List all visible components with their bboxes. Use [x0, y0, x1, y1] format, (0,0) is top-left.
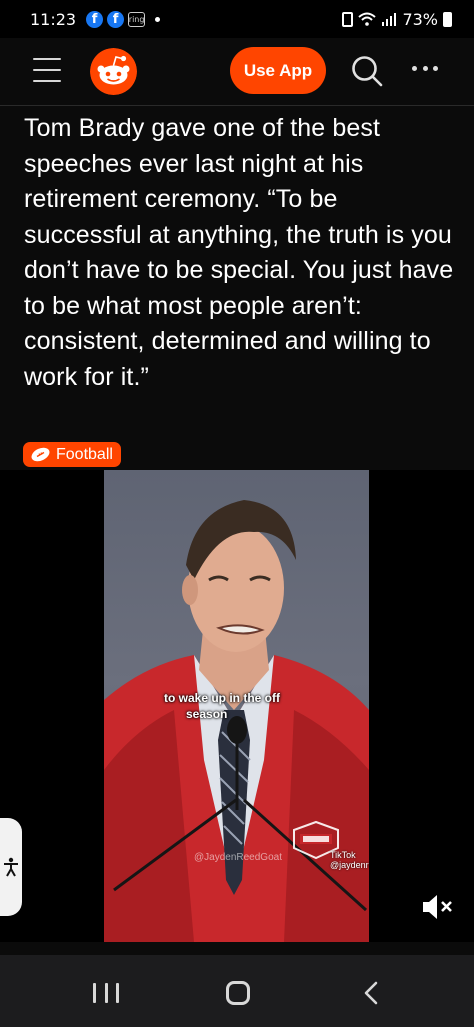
battery-icon	[443, 11, 452, 27]
clock: 11:23	[30, 9, 77, 29]
reddit-snoo-icon[interactable]	[90, 48, 137, 95]
flair-tag-football[interactable]: Football	[23, 442, 121, 467]
video-caption: to wake up in the off season	[164, 690, 314, 722]
video-frame[interactable]: to wake up in the off season @JaydenReed…	[104, 470, 369, 942]
football-icon	[31, 447, 50, 462]
battery-percent: 73%	[402, 9, 438, 29]
accessibility-button[interactable]	[0, 818, 22, 916]
facebook-notification-icon: f	[86, 10, 104, 28]
status-bar: 11:23 f f ring 73%	[0, 0, 474, 38]
home-icon[interactable]	[226, 981, 250, 1005]
tiktok-watermark: TikTok @jaydenreedgoat	[330, 850, 369, 870]
search-icon[interactable]	[350, 54, 384, 88]
facebook-notification-icon: f	[107, 10, 125, 28]
wifi-icon	[358, 12, 377, 26]
back-icon[interactable]	[362, 981, 380, 1005]
flair-label: Football	[56, 445, 113, 463]
accessibility-person-icon	[4, 857, 18, 877]
caption-line-2: season	[186, 707, 228, 721]
app-header: Use App	[0, 38, 474, 106]
signal-icon	[382, 13, 397, 26]
nfc-icon	[342, 11, 354, 27]
video-player[interactable]: to wake up in the off season @JaydenReed…	[0, 470, 474, 942]
video-watermark: @JaydenReedGoat	[194, 852, 282, 863]
use-app-button[interactable]: Use App	[230, 47, 326, 94]
more-notifications-dot	[155, 16, 161, 22]
ring-notification-icon: ring	[128, 11, 146, 27]
post-title: Tom Brady gave one of the best speeches …	[24, 114, 454, 391]
hamburger-menu-icon[interactable]	[33, 58, 61, 82]
tiktok-label: TikTok	[330, 850, 356, 860]
mute-toggle-icon[interactable]	[420, 892, 454, 922]
recent-apps-icon[interactable]	[93, 983, 119, 1003]
more-options-icon[interactable]	[412, 66, 438, 74]
tiktok-handle: @jaydenreedgoat	[330, 860, 369, 870]
caption-line-1: to wake up in the off	[164, 691, 280, 705]
system-navigation-bar	[0, 955, 474, 1027]
